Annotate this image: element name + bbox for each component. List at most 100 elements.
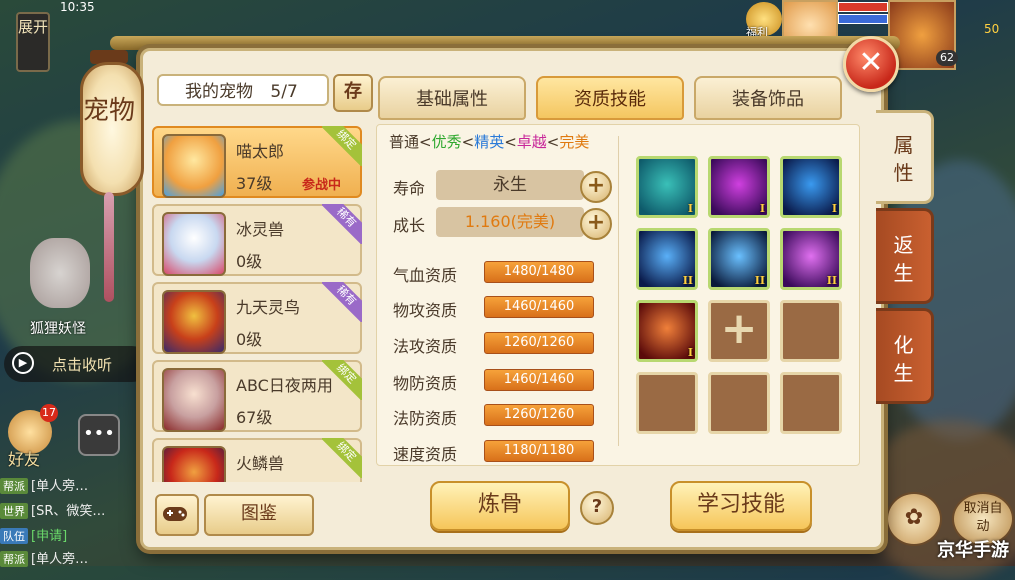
plus-icon: + bbox=[586, 173, 606, 198]
pet-name: 火鳞兽 bbox=[236, 454, 285, 473]
learn-skill-button[interactable]: 学习技能 bbox=[670, 481, 812, 531]
chat-line: 帮派 [单人旁… bbox=[0, 548, 88, 567]
empty-skill-slot[interactable] bbox=[708, 372, 770, 434]
lantern-tassel bbox=[104, 192, 114, 302]
blue-comet-icon[interactable]: II bbox=[708, 228, 770, 290]
store-button[interactable]: 存 bbox=[333, 74, 373, 112]
chat-bubble-button[interactable]: ••• bbox=[78, 414, 120, 456]
pet-list[interactable]: 喵太郎 37级 参战中 绑定 冰灵兽 0级 稀有 九天灵鸟 0级 稀有 ABC日… bbox=[152, 120, 366, 482]
atlas-button[interactable]: 图鉴 bbox=[204, 494, 314, 536]
pet-level: 67级 bbox=[236, 408, 273, 427]
chat-tag: 队伍 bbox=[0, 528, 28, 544]
pet-list-item[interactable]: ABC日夜两用 67级 绑定 bbox=[152, 360, 362, 432]
pet-portrait bbox=[162, 368, 226, 432]
my-pets-label: 我的宠物 bbox=[185, 82, 253, 102]
friends-label[interactable]: 好友 bbox=[8, 446, 40, 470]
watermark: 京华手游 bbox=[937, 540, 1009, 561]
life-plus-button[interactable]: + bbox=[580, 171, 612, 203]
purple-heart-icon[interactable]: II bbox=[780, 228, 842, 290]
purple-vortex-icon[interactable]: I bbox=[708, 156, 770, 218]
teal-spirit-icon[interactable]: I bbox=[636, 156, 698, 218]
aptitude-bar: 1180/1180 bbox=[484, 440, 594, 462]
chat-line: 帮派 [单人旁… bbox=[0, 475, 88, 494]
pet-portrait bbox=[162, 290, 226, 354]
blue-slash-icon[interactable]: II bbox=[636, 228, 698, 290]
quality-separator: < bbox=[504, 133, 517, 151]
help-button[interactable]: ? bbox=[580, 491, 614, 525]
life-label: 寿命 bbox=[393, 179, 426, 198]
pet-portrait bbox=[162, 134, 226, 198]
gamepad-button[interactable] bbox=[155, 494, 199, 536]
growth-plus-button[interactable]: + bbox=[580, 208, 612, 240]
fox-monster-figure bbox=[30, 238, 90, 308]
monster-name: 狐狸妖怪 bbox=[30, 321, 86, 337]
close-button[interactable]: ✕ bbox=[843, 36, 899, 92]
growth-value: 1.160(完美) bbox=[436, 207, 584, 237]
quality-legend: 普通<优秀<精英<卓越<完美 bbox=[389, 131, 589, 152]
pet-list-item[interactable]: 九天灵鸟 0级 稀有 bbox=[152, 282, 362, 354]
side-tab-label: 返生 bbox=[893, 233, 914, 285]
play-icon: ▶ bbox=[12, 352, 34, 374]
pet-badge: 绑定 bbox=[322, 438, 362, 478]
hp-bar-top bbox=[838, 2, 888, 12]
red-claw-icon[interactable]: I bbox=[636, 300, 698, 362]
chat-tag: 帮派 bbox=[0, 551, 28, 567]
life-value: 永生 bbox=[436, 170, 584, 200]
close-icon: ✕ bbox=[858, 45, 884, 80]
tab-equipment[interactable]: 装备饰品 bbox=[694, 76, 842, 120]
side-tab-attributes[interactable]: 属性 bbox=[876, 110, 934, 204]
paw-button[interactable]: ✿ bbox=[886, 492, 942, 546]
skill-tier: II bbox=[682, 274, 693, 287]
quality-perfect: 完美 bbox=[559, 133, 590, 151]
aptitude-bar: 1460/1460 bbox=[484, 296, 594, 318]
pet-portrait bbox=[162, 212, 226, 276]
content-divider bbox=[618, 136, 619, 446]
skill-tier: I bbox=[759, 202, 765, 215]
panel-title: 宠物 bbox=[82, 96, 135, 126]
aptitude-bar: 1260/1260 bbox=[484, 404, 594, 426]
side-tab-transform[interactable]: 化生 bbox=[876, 308, 934, 404]
expand-button[interactable]: 展开 bbox=[16, 12, 50, 72]
pet-level: 0级 bbox=[236, 252, 263, 271]
pet-level: 37级 bbox=[236, 174, 273, 193]
add-skill-slot[interactable]: + bbox=[708, 300, 770, 362]
pet-list-item[interactable]: 喵太郎 37级 参战中 绑定 bbox=[152, 126, 362, 198]
chat-text: [SR、微笑… bbox=[31, 504, 106, 519]
quality-separator: < bbox=[546, 133, 560, 151]
quality-elite: 精英 bbox=[474, 133, 505, 151]
listen-label: 点击收听 bbox=[52, 356, 113, 374]
my-pets-header: 我的宠物 5/7 bbox=[157, 74, 329, 106]
chat-text: [申请] bbox=[31, 529, 68, 544]
pet-badge-label: 绑定 bbox=[322, 438, 362, 478]
side-tab-label: 化生 bbox=[893, 333, 914, 385]
refine-bone-button[interactable]: 炼骨 bbox=[430, 481, 570, 531]
blue-meditation-icon[interactable]: I bbox=[780, 156, 842, 218]
empty-skill-slot[interactable] bbox=[780, 300, 842, 362]
aptitude-label: 法攻资质 bbox=[393, 337, 458, 356]
aptitude-label: 气血资质 bbox=[393, 266, 458, 285]
pet-name: 九天灵鸟 bbox=[236, 298, 301, 317]
aptitude-label: 法防资质 bbox=[393, 409, 458, 428]
aptitude-label: 速度资质 bbox=[393, 445, 458, 464]
pet-level: 0级 bbox=[236, 330, 263, 349]
chat-text: [单人旁… bbox=[31, 552, 89, 567]
expand-label: 展开 bbox=[18, 18, 49, 36]
pet-list-item[interactable]: 冰灵兽 0级 稀有 bbox=[152, 204, 362, 276]
pet-badge-label: 绑定 bbox=[322, 126, 362, 166]
pet-list-item[interactable]: 火鳞兽 绑定 bbox=[152, 438, 362, 482]
side-tab-rebirth[interactable]: 返生 bbox=[876, 208, 934, 304]
skill-tier: I bbox=[687, 346, 693, 359]
empty-skill-slot[interactable] bbox=[636, 372, 698, 434]
plus-icon: + bbox=[586, 210, 606, 235]
gamepad-icon bbox=[163, 507, 187, 521]
empty-skill-slot[interactable] bbox=[780, 372, 842, 434]
listen-button[interactable]: ▶ 点击收听 bbox=[4, 346, 150, 382]
pet-status: 参战中 bbox=[302, 178, 342, 193]
chat-tag: 帮派 bbox=[0, 478, 28, 494]
tab-basic-attributes[interactable]: 基础属性 bbox=[378, 76, 526, 120]
tab-aptitude-skills[interactable]: 资质技能 bbox=[536, 76, 684, 120]
skill-tier: II bbox=[754, 274, 765, 287]
pet-badge-label: 稀有 bbox=[322, 204, 362, 244]
quality-normal: 普通 bbox=[389, 133, 420, 151]
quality-separator: < bbox=[461, 133, 475, 151]
